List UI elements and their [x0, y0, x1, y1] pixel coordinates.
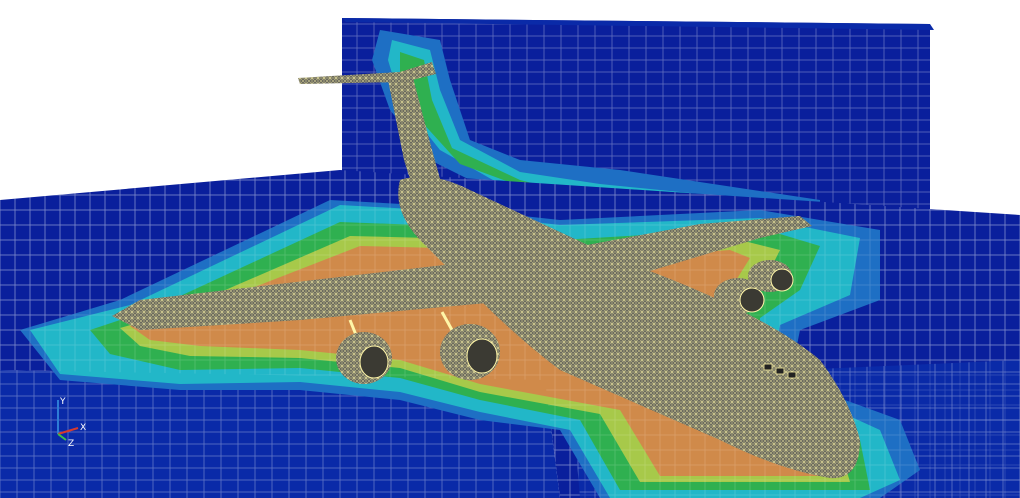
- render-viewport: [0, 0, 1020, 498]
- z-axis-arrow: [57, 433, 67, 441]
- orientation-axes-triad: Y X Z: [57, 397, 86, 449]
- x-axis-arrow: [57, 427, 79, 435]
- z-axis-label: Z: [68, 439, 74, 449]
- y-axis-label: Y: [59, 397, 66, 407]
- x-axis-label: X: [80, 423, 86, 433]
